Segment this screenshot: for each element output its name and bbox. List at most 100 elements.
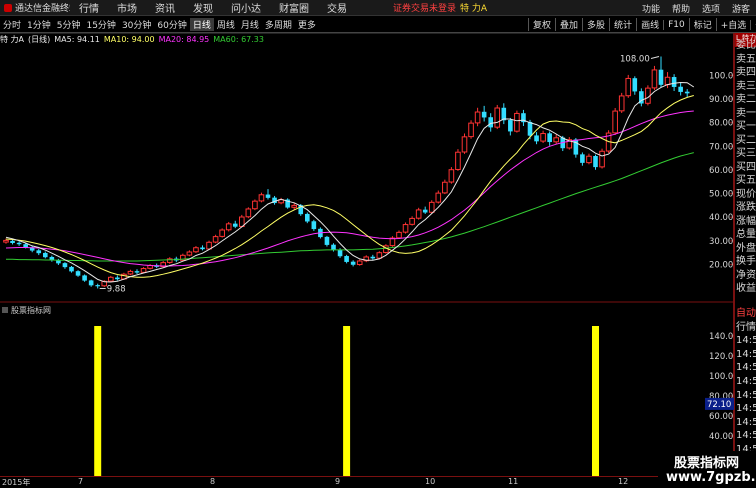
tick-side-panel: 自动行情14:514:514:514:514:514:514:514:514:5…: [734, 307, 756, 473]
price-axis-label: 90.00: [709, 95, 733, 105]
candle-body: [618, 95, 625, 112]
candle-body: [108, 276, 114, 282]
indicator-name: 股票指标网: [11, 305, 51, 315]
side-panel-row: 卖二: [736, 94, 756, 105]
candle-body: [402, 224, 409, 233]
tick-panel-row: 14:5: [736, 362, 756, 374]
side-panel-row: 卖一: [736, 107, 756, 119]
candle-body: [88, 280, 94, 286]
candle-body: [664, 76, 671, 86]
candle-body: [331, 244, 336, 250]
indicator-axis-label: 60.00: [709, 412, 733, 422]
candle-body: [69, 266, 74, 272]
candle-body: [62, 263, 68, 268]
side-panel-row: 总量: [736, 229, 756, 240]
indicator-axis-label: 40.00: [709, 432, 733, 442]
side-panel-row: 现价: [736, 188, 756, 200]
candle-body: [3, 239, 9, 243]
candle-body: [684, 91, 690, 94]
candle-body: [678, 86, 683, 92]
tick-panel-row[interactable]: 行情: [736, 321, 756, 334]
candle-body: [481, 111, 487, 118]
candle-body: [200, 247, 205, 250]
indicator-title: 股票指标网: [0, 304, 51, 316]
candle-body: [547, 133, 552, 143]
tool-nav-arrows-icon[interactable]: ◄►: [750, 19, 756, 30]
x-axis: 2015年 7 8 9 10 11 12: [0, 476, 734, 487]
candle-body: [140, 268, 147, 273]
candle-body: [651, 69, 658, 89]
candle-body: [324, 236, 330, 245]
tick-panel-row: 14:5: [736, 335, 756, 347]
candle-body: [95, 285, 100, 287]
candle-body: [356, 260, 363, 266]
candle-body: [527, 121, 533, 136]
candle-body: [632, 78, 638, 92]
candle-body: [396, 231, 402, 239]
candle-body: [43, 252, 48, 258]
side-panel-row: 卖三: [736, 80, 756, 92]
ma5-line: [5, 81, 695, 283]
x-label-month: 11: [508, 477, 519, 486]
tick-panel-row: 14:5: [736, 430, 756, 442]
watermark-line1: 股票指标网: [674, 456, 740, 471]
candle-body: [245, 208, 252, 218]
candle-body: [225, 223, 232, 231]
candle-body: [219, 229, 225, 237]
indicator-axis-label: 140.00: [709, 332, 734, 342]
indicator-bar: [592, 326, 599, 476]
candle-body: [16, 242, 22, 245]
candle-body: [134, 271, 140, 273]
price-axis-label: 80.00: [709, 119, 733, 129]
watermark-line2: www.7gpzb.com: [666, 470, 756, 485]
indicator-square-icon: [2, 307, 8, 313]
side-panel-row: 净资: [736, 269, 756, 281]
candle-body: [455, 151, 461, 170]
ma60-line: [6, 152, 694, 262]
candle-body: [428, 201, 435, 213]
candle-body: [206, 241, 212, 250]
tick-panel-row: 14:5: [736, 389, 756, 401]
price-axis-label: 50.00: [709, 190, 733, 200]
low-mark-label: 9.88: [107, 284, 126, 294]
candle-body: [265, 194, 271, 198]
price-axis-label: 70.00: [709, 142, 733, 152]
candle-body: [658, 69, 664, 85]
x-label-month: 12: [618, 477, 629, 486]
candle-body: [344, 256, 349, 262]
quote-side-panel: L 特力A 委比卖五卖四卖三卖二卖一买一买二买三买四买五现价涨跌涨幅总量外盘换手…: [734, 33, 756, 307]
candle-body: [186, 251, 193, 256]
side-panel-row: 买一: [736, 121, 756, 132]
candle-body: [311, 221, 317, 230]
candle-body: [422, 209, 428, 213]
candle-body: [337, 249, 343, 257]
side-panel-row: 涨跌: [736, 202, 756, 213]
kline-chart[interactable]: 100.00 90.00 80.00 70.00 60.00 50.00 40.00 30.0…: [0, 0, 734, 476]
candle-body: [468, 122, 474, 138]
candle-body: [305, 213, 310, 222]
side-panel-row: 委比: [736, 40, 756, 51]
candle-body: [553, 137, 560, 143]
side-panel-row: 买二: [736, 134, 756, 146]
price-axis-label: 20.00: [709, 261, 733, 271]
indicator-axis-label: 100.00: [709, 372, 734, 382]
high-mark-label: 108.00: [620, 54, 650, 64]
candle-body: [534, 135, 539, 142]
candle-body: [540, 133, 546, 142]
side-panel-row: 买四: [736, 161, 756, 173]
indicator-bar: [94, 326, 102, 476]
tick-panel-row[interactable]: 自动: [736, 307, 756, 320]
side-panel-row: 卖四: [736, 67, 756, 78]
candle-body: [494, 107, 501, 128]
candle-body: [232, 223, 238, 227]
indicator-bar: [343, 326, 351, 476]
tick-panel-row: 14:5: [736, 403, 756, 415]
side-panel-row: 换手: [736, 256, 756, 267]
tick-panel-row: 14:5: [736, 376, 756, 387]
candle-body: [593, 156, 598, 168]
candle-body: [488, 117, 493, 128]
candle-body: [291, 204, 297, 208]
x-label-month: 7: [78, 477, 84, 486]
candle-body: [75, 271, 81, 276]
candle-body: [461, 136, 468, 153]
